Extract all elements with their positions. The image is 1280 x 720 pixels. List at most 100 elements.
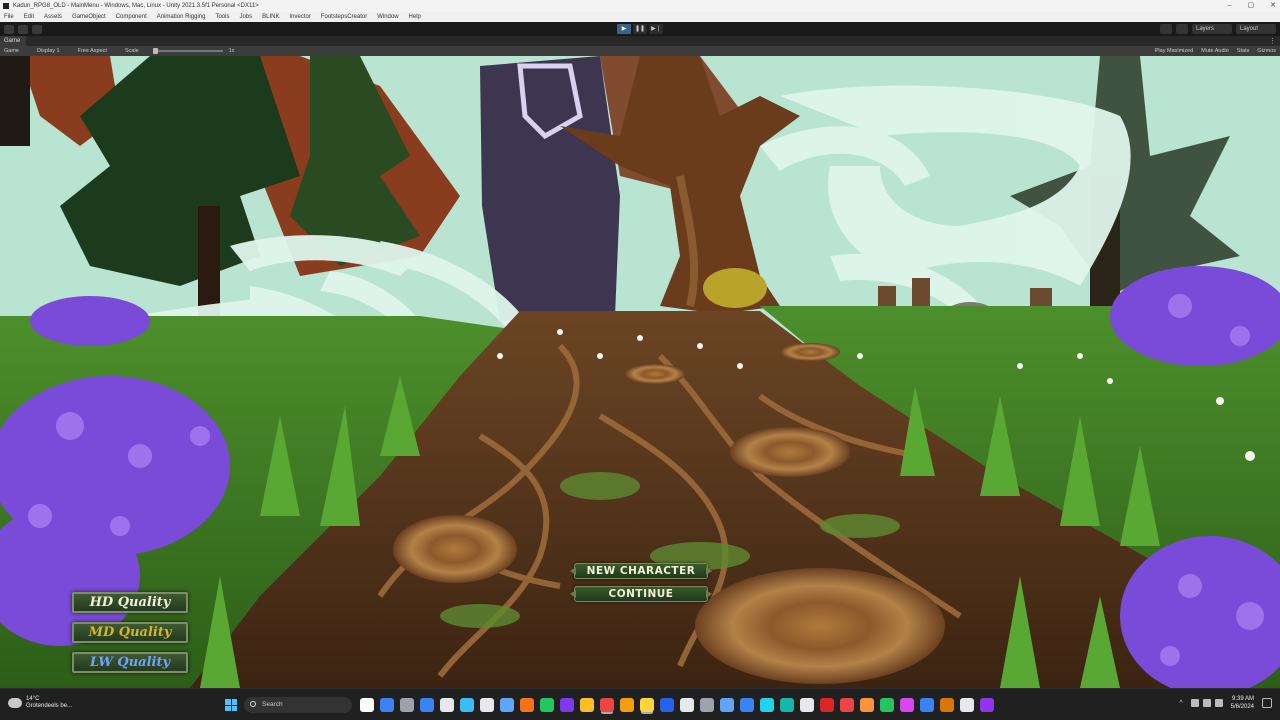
unity-logo-icon (3, 3, 9, 9)
menu-animation-rigging[interactable]: Animation Rigging (157, 14, 206, 20)
menu-assets[interactable]: Assets (44, 14, 62, 20)
clock[interactable]: 9:39 AM 5/6/2024 (1231, 695, 1254, 711)
taskbar-app-icon[interactable] (820, 698, 834, 712)
game-mode-dropdown[interactable]: Game (4, 48, 19, 54)
taskbar-app-icon[interactable] (620, 698, 634, 712)
taskbar-app-icon[interactable] (380, 698, 394, 712)
account-icon[interactable] (4, 24, 14, 34)
window-controls: – ▢ ✕ (1228, 0, 1276, 12)
window-title: Kadun_RPG8_OLD - MainMenu - Windows, Mac… (13, 3, 259, 9)
new-character-button[interactable]: NEW CHARACTER (574, 563, 708, 579)
taskbar-app-icon[interactable] (420, 698, 434, 712)
taskbar-app-icon[interactable] (480, 698, 494, 712)
menu-tools[interactable]: Tools (215, 14, 229, 20)
continue-button[interactable]: CONTINUE (574, 586, 708, 602)
taskbar-app-icon[interactable] (780, 698, 794, 712)
history-icon[interactable] (1160, 24, 1172, 34)
taskbar-app-icon[interactable] (700, 698, 714, 712)
layers-dropdown[interactable]: Layers (1192, 24, 1232, 34)
display-dropdown[interactable]: Display 1 (37, 48, 60, 54)
taskbar-app-icon[interactable] (740, 698, 754, 712)
tab-game[interactable]: Game (0, 36, 27, 46)
taskbar-app-icon[interactable] (360, 698, 374, 712)
md-quality-button[interactable]: MD Quality (72, 622, 188, 643)
scale-label: Scale (124, 48, 139, 54)
taskbar-app-icon[interactable] (860, 698, 874, 712)
taskbar-app-icon[interactable] (660, 698, 674, 712)
pause-button[interactable]: ❚❚ (633, 24, 647, 34)
play-maximized-dropdown[interactable]: Play Maximized (1155, 48, 1194, 54)
mute-audio-toggle[interactable]: Mute Audio (1201, 48, 1229, 54)
maximize-button[interactable]: ▢ (1248, 0, 1255, 12)
taskbar-app-icon[interactable] (600, 698, 614, 712)
taskbar-app-icon[interactable] (400, 698, 414, 712)
taskbar-app-icon[interactable] (920, 698, 934, 712)
menu-bar: File Edit Assets GameObject Component An… (0, 12, 1280, 22)
aspect-dropdown[interactable]: Free Aspect (78, 48, 107, 54)
hd-quality-button[interactable]: HD Quality (72, 592, 188, 613)
menu-blink[interactable]: BLINK (262, 14, 279, 20)
scale-slider-handle[interactable] (152, 48, 158, 54)
search-icon[interactable] (1176, 24, 1188, 34)
menu-invector[interactable]: Invector (290, 14, 311, 20)
taskbar-app-icon[interactable] (980, 698, 994, 712)
chevron-up-icon[interactable]: ^ (1179, 700, 1182, 707)
menu-footsteps-creator[interactable]: FootstepsCreator (321, 14, 367, 20)
tab-menu-icon[interactable]: ⋮ (1269, 37, 1276, 45)
taskbar-app-icon[interactable] (560, 698, 574, 712)
minimize-button[interactable]: – (1228, 0, 1232, 12)
taskbar-app-icon[interactable] (940, 698, 954, 712)
taskbar-app-icon[interactable] (440, 698, 454, 712)
menu-gameobject[interactable]: GameObject (72, 14, 106, 20)
close-button[interactable]: ✕ (1270, 0, 1276, 12)
game-view-options: Play Maximized Mute Audio Stats Gizmos (1155, 48, 1276, 54)
clock-date: 5/6/2024 (1230, 704, 1254, 710)
menu-file[interactable]: File (4, 14, 14, 20)
stats-toggle[interactable]: Stats (1237, 48, 1250, 54)
taskbar-app-icon[interactable] (960, 698, 974, 712)
clock-time: 9:39 AM (1231, 696, 1254, 702)
scale-value: 1x (228, 48, 235, 54)
gizmos-toggle[interactable]: Gizmos (1257, 48, 1276, 54)
lw-quality-button[interactable]: LW Quality (72, 652, 188, 673)
start-button[interactable] (225, 699, 237, 711)
taskbar-app-icon[interactable] (580, 698, 594, 712)
menu-edit[interactable]: Edit (24, 14, 34, 20)
taskbar-app-icon[interactable] (900, 698, 914, 712)
taskbar-app-icon[interactable] (720, 698, 734, 712)
taskbar-app-icon[interactable] (880, 698, 894, 712)
taskbar-app-icon[interactable] (540, 698, 554, 712)
taskbar-app-icon[interactable] (520, 698, 534, 712)
taskbar-app-icon[interactable] (500, 698, 514, 712)
weather-widget[interactable]: 14°C Grotendeels be... (8, 696, 72, 710)
cloud-icon[interactable] (18, 24, 28, 34)
taskbar-search[interactable]: Search (244, 697, 352, 713)
taskbar-app-icon[interactable] (640, 698, 654, 712)
menu-component[interactable]: Component (116, 14, 147, 20)
taskbar-apps (360, 698, 994, 712)
play-controls: ▶ ❚❚ ▶❘ (617, 24, 663, 34)
taskbar-app-icon[interactable] (840, 698, 854, 712)
layout-dropdown[interactable]: Layout (1236, 24, 1276, 34)
taskbar-app-icon[interactable] (460, 698, 474, 712)
menu-jobs[interactable]: Jobs (239, 14, 252, 20)
menu-window[interactable]: Window (377, 14, 398, 20)
speaker-icon (1202, 699, 1211, 707)
toolbar-left-group (0, 24, 42, 34)
play-button[interactable]: ▶ (617, 24, 631, 34)
tray-icons[interactable] (1190, 699, 1223, 707)
weather-temp: 14°C (26, 696, 40, 702)
wifi-icon (1190, 699, 1199, 707)
window-title-bar: Kadun_RPG8_OLD - MainMenu - Windows, Mac… (0, 0, 1280, 12)
taskbar-app-icon[interactable] (800, 698, 814, 712)
taskbar-app-icon[interactable] (680, 698, 694, 712)
notification-icon[interactable] (1262, 698, 1272, 708)
taskbar-app-icon[interactable] (760, 698, 774, 712)
menu-help[interactable]: Help (409, 14, 421, 20)
game-viewport[interactable]: NEW CHARACTER CONTINUE (0, 56, 1280, 688)
collab-icon[interactable] (32, 24, 42, 34)
scale-slider[interactable] (152, 48, 223, 54)
windows-logo-icon (225, 699, 231, 705)
step-button[interactable]: ▶❘ (649, 24, 663, 34)
main-toolbar: ▶ ❚❚ ▶❘ Layers Layout (0, 22, 1280, 36)
